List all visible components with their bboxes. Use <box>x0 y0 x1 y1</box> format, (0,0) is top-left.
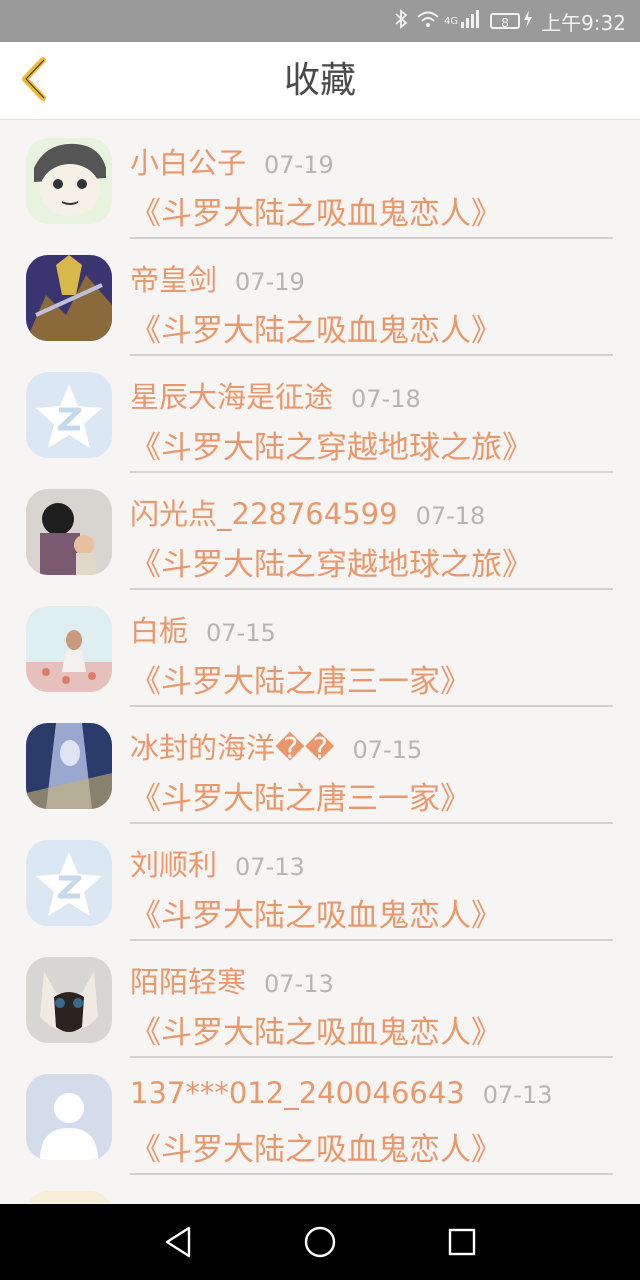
4g-icon: 4G <box>443 15 459 27</box>
avatar[interactable] <box>26 255 112 341</box>
avatar[interactable] <box>26 1074 112 1160</box>
list-item[interactable]: 帝皇剑 07-19 《斗罗大陆之吸血鬼恋人》 <box>0 237 640 356</box>
recents-square-icon <box>442 1228 482 1266</box>
navigation-bar <box>0 1204 640 1280</box>
username: 陌陌轻寒 <box>130 965 247 999</box>
charging-icon <box>523 9 533 33</box>
date: 07-19 <box>264 151 334 179</box>
book-title: 《斗罗大陆之吸血鬼恋人》 <box>130 1132 502 1168</box>
signal-icon <box>460 9 480 33</box>
list-item-info: 刘顺利 07-13 《斗罗大陆之吸血鬼恋人》 <box>130 842 613 941</box>
book-title: 《斗罗大陆之穿越地球之旅》 <box>130 547 533 583</box>
book-title: 《斗罗大陆之唐三一家》 <box>130 664 471 700</box>
back-triangle-icon <box>159 1226 199 1266</box>
username: 小白公子 <box>130 146 247 180</box>
list-item-info: 白栀 07-15 《斗罗大陆之唐三一家》 <box>130 608 613 707</box>
list-item-info: 闪光点_228764599 07-18 《斗罗大陆之穿越地球之旅》 <box>130 491 613 590</box>
date: 07-13 <box>235 853 305 881</box>
back-button[interactable] <box>14 57 54 105</box>
book-title: 《斗罗大陆之唐三一家》 <box>130 781 471 817</box>
nav-back-button[interactable] <box>159 1222 199 1262</box>
username: 帝皇剑 <box>130 263 218 297</box>
book-title: 《斗罗大陆之吸血鬼恋人》 <box>130 313 502 349</box>
list-item[interactable]: 冰封的海洋�� 07-15 《斗罗大陆之唐三一家》 <box>0 705 640 824</box>
list-item[interactable]: 刘顺利 07-13 《斗罗大陆之吸血鬼恋人》 <box>0 822 640 941</box>
header: 收藏 <box>0 42 640 120</box>
date: 07-18 <box>351 385 421 413</box>
avatar[interactable] <box>26 957 112 1043</box>
username: 冰封的海洋�� <box>130 731 335 765</box>
date: 07-15 <box>206 619 276 647</box>
date: 07-13 <box>264 970 334 998</box>
list-item[interactable]: 小白公子 07-19 《斗罗大陆之吸血鬼恋人》 <box>0 120 640 239</box>
avatar[interactable] <box>26 1191 112 1203</box>
username: 137***012_240046643 <box>130 1076 465 1110</box>
status-time: 上午9:32 <box>541 10 626 35</box>
avatar[interactable] <box>26 840 112 926</box>
list-item[interactable]: 闪光点_228764599 07-18 《斗罗大陆之穿越地球之旅》 <box>0 471 640 590</box>
battery-indicator: 8 <box>490 13 521 30</box>
username: 星辰大海是征途 <box>130 380 334 414</box>
avatar[interactable] <box>26 606 112 692</box>
home-circle-icon <box>300 1226 340 1266</box>
status-bar: 4G 8 上午9:32 <box>0 0 640 42</box>
username: 闪光点_228764599 <box>130 497 398 531</box>
book-title: 《斗罗大陆之吸血鬼恋人》 <box>130 898 502 934</box>
chevron-left-icon <box>19 57 49 105</box>
nav-home-button[interactable] <box>300 1222 340 1262</box>
avatar[interactable] <box>26 138 112 224</box>
list-item-partial[interactable] <box>0 1173 640 1203</box>
date: 07-15 <box>352 736 423 764</box>
nav-recents-button[interactable] <box>442 1222 482 1262</box>
list-item-info: 小白公子 07-19 《斗罗大陆之吸血鬼恋人》 <box>130 140 613 239</box>
list-item-info: 冰封的海洋�� 07-15 《斗罗大陆之唐三一家》 <box>130 725 613 824</box>
wifi-icon <box>416 10 440 33</box>
date: 07-13 <box>482 1081 553 1109</box>
list-item-info: 帝皇剑 07-19 《斗罗大陆之吸血鬼恋人》 <box>130 257 613 356</box>
avatar[interactable] <box>26 489 112 575</box>
username: 白栀 <box>130 614 189 648</box>
book-title: 《斗罗大陆之穿越地球之旅》 <box>130 430 533 466</box>
list-item[interactable]: 白栀 07-15 《斗罗大陆之唐三一家》 <box>0 588 640 707</box>
list-item[interactable]: 陌陌轻寒 07-13 《斗罗大陆之吸血鬼恋人》 <box>0 939 640 1058</box>
avatar[interactable] <box>26 723 112 809</box>
username: 刘顺利 <box>130 848 218 882</box>
bluetooth-icon <box>394 8 408 34</box>
book-title: 《斗罗大陆之吸血鬼恋人》 <box>130 196 502 232</box>
list-item[interactable]: 星辰大海是征途 07-18 《斗罗大陆之穿越地球之旅》 <box>0 354 640 473</box>
list-item-info: 星辰大海是征途 07-18 《斗罗大陆之穿越地球之旅》 <box>130 374 613 473</box>
date: 07-18 <box>415 502 486 530</box>
favorites-list[interactable]: 小白公子 07-19 《斗罗大陆之吸血鬼恋人》 帝皇剑 07-19 《斗罗大陆之吸血… <box>0 120 640 1203</box>
book-title: 《斗罗大陆之吸血鬼恋人》 <box>130 1015 502 1051</box>
page-title: 收藏 <box>283 60 356 101</box>
list-item[interactable]: 137***012_240046643 07-13 《斗罗大陆之吸血鬼恋人》 <box>0 1056 640 1175</box>
list-item-info: 陌陌轻寒 07-13 《斗罗大陆之吸血鬼恋人》 <box>130 959 613 1058</box>
date: 07-19 <box>235 268 305 296</box>
list-item-info: 137***012_240046643 07-13 《斗罗大陆之吸血鬼恋人》 <box>130 1076 613 1175</box>
avatar[interactable] <box>26 372 112 458</box>
